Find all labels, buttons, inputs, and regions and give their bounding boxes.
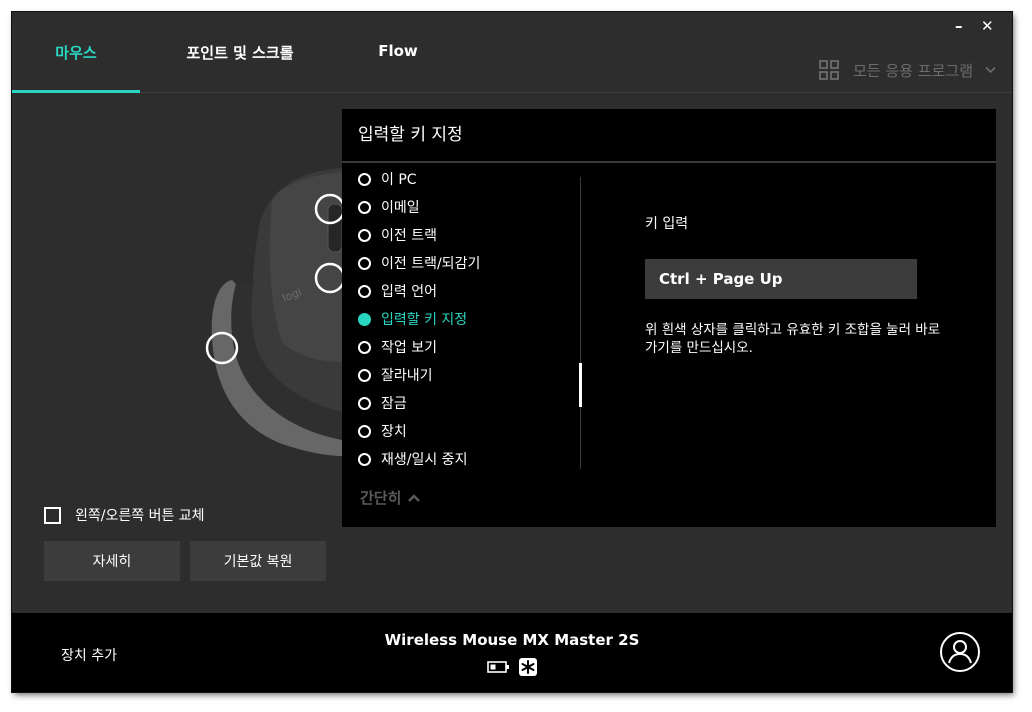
radio-icon (358, 396, 371, 410)
action-item-label: 입력할 키 지정 (381, 312, 468, 328)
radio-icon (358, 284, 371, 298)
collapse-label: 간단히 (360, 489, 402, 507)
action-item-devices[interactable]: 장치 (358, 417, 407, 445)
action-item-keystroke-assignment[interactable]: 입력할 키 지정 (358, 305, 467, 333)
action-item-label: 이전 트랙 (381, 228, 437, 244)
panel-title: 입력할 키 지정 (358, 125, 463, 145)
radio-icon (358, 368, 371, 382)
device-status-icons (487, 658, 537, 676)
action-item-play-pause[interactable]: 재생/일시 중지 (358, 445, 467, 473)
more-button[interactable]: 자세히 (44, 541, 180, 581)
chevron-up-icon (408, 493, 421, 502)
active-tab-indicator (12, 90, 140, 93)
action-item-label: 장치 (381, 424, 407, 440)
grid-icon (819, 60, 839, 80)
app-selector[interactable]: 모든 응용 프로그램 (819, 58, 996, 82)
swap-buttons-checkbox[interactable] (44, 506, 61, 524)
collapse-button[interactable]: 간단히 (360, 487, 421, 508)
list-scroll-track (580, 177, 581, 469)
action-item-email[interactable]: 이메일 (358, 193, 420, 221)
list-scrollbar-thumb[interactable] (579, 363, 582, 407)
tab-flow[interactable]: Flow (358, 42, 438, 92)
swap-buttons-row[interactable]: 왼쪽/오른쪽 버튼 교체 (44, 505, 205, 525)
tab-point-scroll-label: 포인트 및 스크롤 (186, 44, 294, 62)
tab-mouse-label: 마우스 (55, 44, 97, 62)
account-icon[interactable] (939, 631, 981, 673)
action-item-label: 입력 언어 (381, 284, 437, 300)
panel-divider (342, 161, 996, 163)
radio-icon (358, 424, 371, 438)
action-item-label: 재생/일시 중지 (381, 452, 468, 468)
swap-buttons-label: 왼쪽/오른쪽 버튼 교체 (75, 508, 205, 524)
device-bar: 장치 추가 Wireless Mouse MX Master 2S (12, 613, 1012, 692)
keystroke-input[interactable]: Ctrl + Page Up (645, 259, 917, 299)
action-item-lock[interactable]: 잠금 (358, 389, 407, 417)
keystroke-label: 키 입력 (645, 216, 689, 232)
radio-icon (358, 200, 371, 214)
action-item-label: 이전 트랙/되감기 (381, 256, 481, 272)
hotspot-gesture-button[interactable] (314, 262, 346, 294)
radio-icon (358, 228, 371, 242)
action-item-label: 잘라내기 (381, 368, 433, 384)
action-item-previous-track-rewind[interactable]: 이전 트랙/되감기 (358, 249, 480, 277)
restore-defaults-button[interactable]: 기본값 복원 (190, 541, 326, 581)
device-name: Wireless Mouse MX Master 2S (384, 631, 640, 649)
top-nav: 마우스 포인트 및 스크롤 Flow 모든 응용 프로그램 (12, 12, 1012, 93)
action-item-label: 이메일 (381, 200, 420, 216)
chevron-down-icon (985, 66, 996, 74)
tab-point-scroll[interactable]: 포인트 및 스크롤 (162, 42, 318, 92)
battery-icon (487, 661, 509, 673)
hotspot-thumb-button[interactable] (205, 331, 239, 365)
action-item-label: 잠금 (381, 396, 407, 412)
mouse-hotspots (205, 193, 346, 365)
hotspot-middle-button[interactable] (314, 193, 346, 225)
action-item-label: 작업 보기 (381, 340, 437, 356)
unifying-receiver-icon (519, 658, 537, 676)
keystroke-help-text: 위 흰색 상자를 클릭하고 유효한 키 조합을 눌러 바로가기를 만드십시오. (645, 322, 941, 356)
action-item-label: 이 PC (381, 172, 417, 188)
action-item-previous-track[interactable]: 이전 트랙 (358, 221, 437, 249)
action-item-this-pc[interactable]: 이 PC (358, 171, 417, 193)
radio-selected-icon (358, 312, 371, 326)
tab-flow-label: Flow (378, 42, 418, 60)
radio-icon (358, 172, 371, 186)
radio-icon (358, 340, 371, 354)
app-window: – ✕ 마우스 포인트 및 스크롤 Flow 모든 응용 프로그램 logi 왼… (12, 12, 1012, 692)
radio-icon (358, 256, 371, 270)
action-item-task-view[interactable]: 작업 보기 (358, 333, 437, 361)
action-list[interactable]: 이 PC 이메일 이전 트랙 이전 트랙/되감기 입력 언어 입력할 키 지정 … (342, 171, 582, 479)
app-selector-label: 모든 응용 프로그램 (853, 61, 973, 80)
radio-icon (358, 452, 371, 466)
action-panel: 입력할 키 지정 이 PC 이메일 이전 트랙 이전 트랙/되감기 입력 언어 … (342, 109, 996, 527)
action-item-input-language[interactable]: 입력 언어 (358, 277, 437, 305)
tab-mouse[interactable]: 마우스 (12, 42, 140, 93)
action-item-cut[interactable]: 잘라내기 (358, 361, 433, 389)
